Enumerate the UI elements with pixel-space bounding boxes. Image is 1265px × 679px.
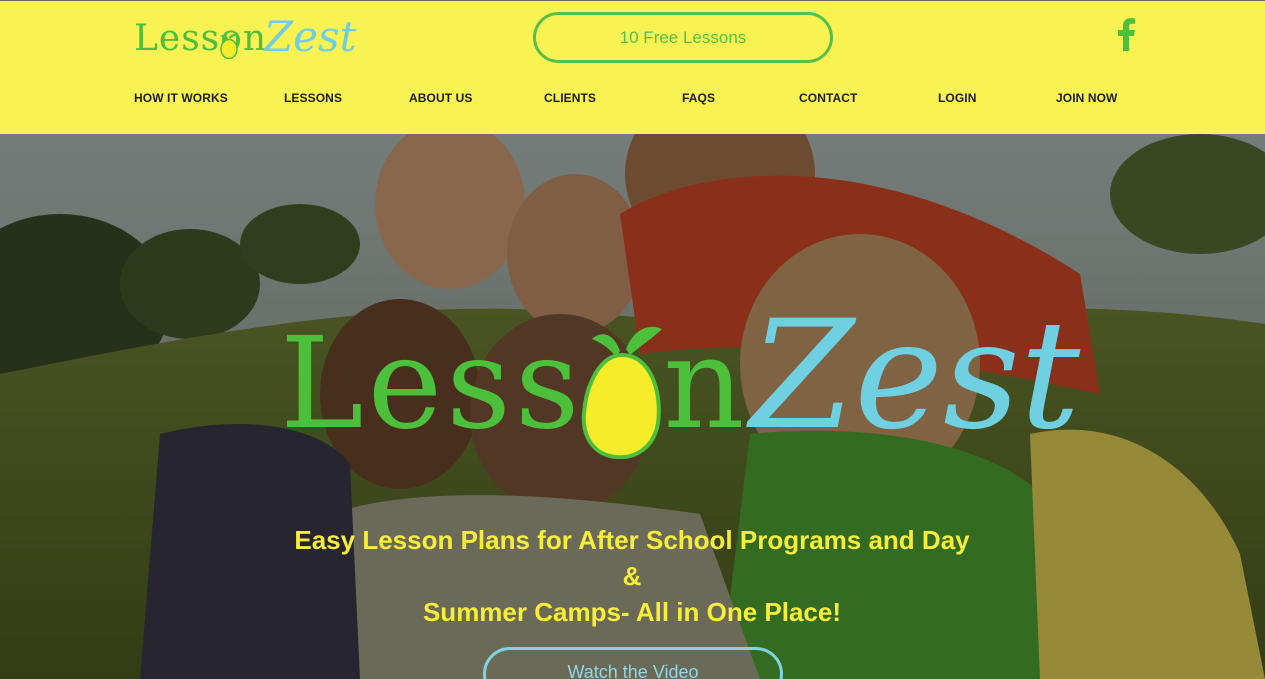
nav-join-now[interactable]: JOIN NOW bbox=[1056, 91, 1117, 105]
nav-login[interactable]: LOGIN bbox=[938, 91, 977, 105]
hero-logo: Lesson Zest bbox=[280, 291, 1080, 469]
nav-about-us[interactable]: ABOUT US bbox=[409, 91, 472, 105]
watch-video-button[interactable]: Watch the Video bbox=[483, 647, 783, 679]
site-logo[interactable]: Lesson Zest bbox=[134, 13, 356, 63]
hero-tagline-line-2: Summer Camps- All in One Place! bbox=[422, 597, 842, 627]
facebook-icon[interactable] bbox=[1115, 17, 1137, 51]
hero-tagline: Easy Lesson Plans for After School Progr… bbox=[282, 522, 982, 630]
logo-word-lesson: Lesson bbox=[134, 18, 268, 59]
hero-tagline-line-1: Easy Lesson Plans for After School Progr… bbox=[294, 525, 970, 591]
nav-lessons[interactable]: LESSONS bbox=[284, 91, 342, 105]
site-header: Lesson Zest 10 Free Lessons HOW IT WORKS… bbox=[0, 0, 1265, 134]
nav-how-it-works[interactable]: HOW IT WORKS bbox=[134, 91, 228, 105]
nav-contact[interactable]: CONTACT bbox=[799, 91, 857, 105]
hero-logo-word-lesson: Lesson bbox=[280, 310, 749, 457]
lemon-icon bbox=[581, 326, 662, 459]
main-nav: HOW IT WORKS LESSONS ABOUT US CLIENTS FA… bbox=[134, 91, 1134, 107]
hero-section: Lesson Zest Easy Lesson Plans for After … bbox=[0, 134, 1265, 679]
hero-logo-word-zest: Zest bbox=[750, 289, 1081, 463]
lemon-icon bbox=[220, 34, 238, 59]
nav-clients[interactable]: CLIENTS bbox=[544, 91, 596, 105]
logo-word-zest: Zest bbox=[264, 12, 357, 61]
free-lessons-button[interactable]: 10 Free Lessons bbox=[533, 12, 833, 63]
nav-faqs[interactable]: FAQS bbox=[682, 91, 715, 105]
